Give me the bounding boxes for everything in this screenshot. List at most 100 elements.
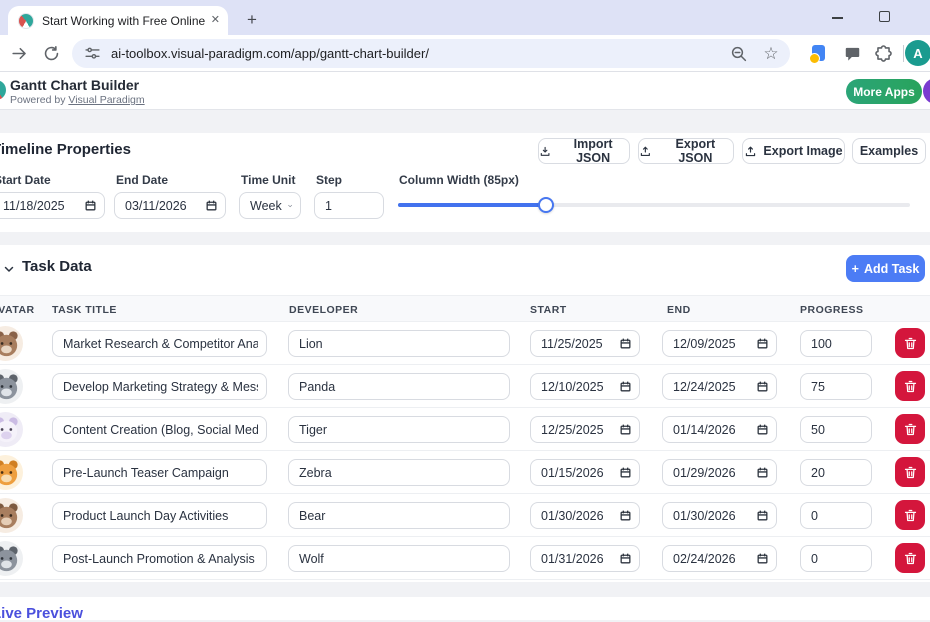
reload-icon[interactable] [42,44,61,63]
visual-paradigm-link[interactable]: Visual Paradigm [68,94,144,106]
add-task-button[interactable]: + Add Task [846,255,925,282]
task-title-input[interactable] [52,545,267,572]
time-unit-value: Week [250,199,282,213]
task-title-input[interactable] [52,373,267,400]
zoom-out-icon[interactable] [730,45,748,63]
more-apps-button[interactable]: More Apps [846,79,922,104]
examples-button[interactable]: Examples [852,138,926,164]
developer-input[interactable] [288,459,510,486]
delete-task-button[interactable] [895,328,925,358]
delete-task-button[interactable] [895,414,925,444]
progress-input[interactable] [800,330,872,357]
upload-icon [744,145,757,158]
task-title-input[interactable] [52,459,267,486]
site-settings-icon[interactable] [84,45,101,62]
drive-extension-icon[interactable] [812,45,825,61]
step-label: Step [316,173,342,187]
end-date-field [662,416,777,443]
url-text: ai-toolbox.visual-paradigm.com/app/gantt… [111,46,716,61]
delete-task-button[interactable] [895,543,925,573]
table-row [0,494,930,537]
forward-icon[interactable] [10,44,29,63]
window-maximize-icon[interactable] [879,11,890,22]
calendar-icon[interactable] [619,552,632,565]
calendar-icon[interactable] [84,199,97,212]
progress-input[interactable] [800,373,872,400]
slider-thumb[interactable] [538,197,554,213]
task-title-input[interactable] [52,502,267,529]
calendar-icon[interactable] [619,423,632,436]
calendar-icon[interactable] [619,466,632,479]
animal-avatar [0,369,23,404]
table-row [0,365,930,408]
start-date-field [530,502,640,529]
progress-input[interactable] [800,545,872,572]
trash-icon [903,508,918,523]
visual-paradigm-favicon [18,13,34,29]
progress-input[interactable] [800,502,872,529]
export-json-button[interactable]: Export JSON [638,138,734,164]
browser-tab[interactable]: Start Working with Free Online ✕ [8,6,228,35]
developer-input[interactable] [288,373,510,400]
trash-icon [903,551,918,566]
export-image-button[interactable]: Export Image [742,138,845,164]
step-input[interactable] [314,192,384,219]
developer-input[interactable] [288,416,510,443]
calendar-icon[interactable] [756,337,769,350]
start-date-field [530,459,640,486]
progress-input[interactable] [800,459,872,486]
task-data-section: Task Data + Add Task AVATAR TASK TITLE D… [0,245,930,582]
calendar-icon[interactable] [619,337,632,350]
bookmark-star-icon[interactable]: ☆ [762,45,780,63]
time-unit-select[interactable]: Week [239,192,301,219]
timeline-properties-section: Timeline Properties Import JSON Export J… [0,133,930,232]
col-start: START [530,304,567,316]
animal-avatar [0,455,23,490]
calendar-icon[interactable] [205,199,218,212]
calendar-icon[interactable] [756,466,769,479]
visual-paradigm-logo-icon [0,80,6,100]
progress-input[interactable] [800,416,872,443]
timeline-properties-heading: Timeline Properties [0,141,131,158]
calendar-icon[interactable] [619,509,632,522]
collapse-chevron-icon[interactable] [3,263,15,275]
window-minimize-icon[interactable] [832,17,843,19]
developer-input[interactable] [288,545,510,572]
animal-avatar [0,498,23,533]
developer-input[interactable] [288,502,510,529]
live-preview-heading: Live Preview [0,605,83,622]
delete-task-button[interactable] [895,457,925,487]
developer-input[interactable] [288,330,510,357]
col-avatar: AVATAR [0,304,35,316]
calendar-icon[interactable] [619,380,632,393]
time-unit-label: Time Unit [241,173,295,187]
calendar-icon[interactable] [756,423,769,436]
calendar-icon[interactable] [756,509,769,522]
browser-profile-avatar[interactable]: A [905,40,930,66]
slider-fill [398,203,546,207]
user-avatar[interactable] [923,78,930,104]
task-title-input[interactable] [52,416,267,443]
download-icon [539,145,551,158]
column-width-slider[interactable] [398,197,910,213]
new-tab-button[interactable]: + [240,8,264,32]
delete-task-button[interactable] [895,371,925,401]
app-header: Gantt Chart Builder Powered by Visual Pa… [0,72,930,110]
task-title-input[interactable] [52,330,267,357]
import-json-button[interactable]: Import JSON [538,138,630,164]
start-date-field [530,545,640,572]
table-row [0,408,930,451]
export-image-label: Export Image [763,144,842,158]
tab-title: Start Working with Free Online [42,14,205,28]
delete-task-button[interactable] [895,500,925,530]
feedback-extension-icon[interactable] [844,45,861,62]
calendar-icon[interactable] [756,552,769,565]
calendar-icon[interactable] [756,380,769,393]
col-task-title: TASK TITLE [52,304,117,316]
extensions-puzzle-icon[interactable] [874,44,893,63]
start-date-field [530,416,640,443]
tab-close-icon[interactable]: ✕ [211,15,220,26]
powered-by-prefix: Powered by [10,94,68,106]
url-field[interactable]: ai-toolbox.visual-paradigm.com/app/gantt… [72,39,790,68]
browser-tab-strip: Start Working with Free Online ✕ + [0,0,930,35]
